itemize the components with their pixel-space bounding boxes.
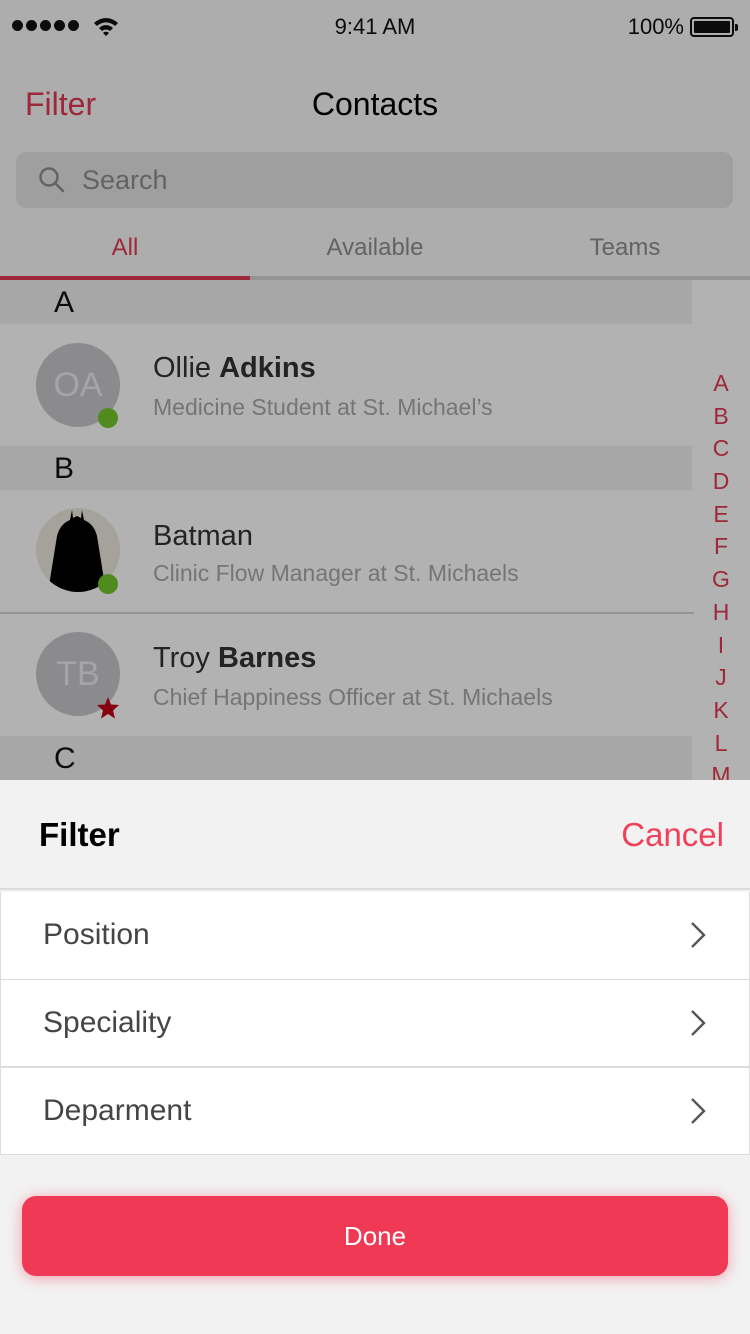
chevron-right-icon (691, 1098, 706, 1124)
filter-option-speciality[interactable]: Speciality (0, 979, 750, 1067)
filter-option-label: Speciality (43, 1006, 172, 1039)
filter-sheet: Filter Cancel Position Speciality Deparm… (0, 780, 750, 1334)
filter-option-label: Position (43, 918, 150, 951)
dim-overlay[interactable] (0, 0, 750, 780)
filter-sheet-title: Filter (39, 816, 120, 853)
filter-option-department[interactable]: Deparment (0, 1067, 750, 1155)
cancel-button[interactable]: Cancel (621, 816, 724, 854)
filter-option-position[interactable]: Position (0, 892, 750, 980)
filter-sheet-header: Filter Cancel (0, 780, 750, 890)
done-button[interactable]: Done (22, 1196, 728, 1276)
chevron-right-icon (691, 922, 706, 948)
chevron-right-icon (691, 1010, 706, 1036)
filter-option-label: Deparment (43, 1094, 192, 1127)
